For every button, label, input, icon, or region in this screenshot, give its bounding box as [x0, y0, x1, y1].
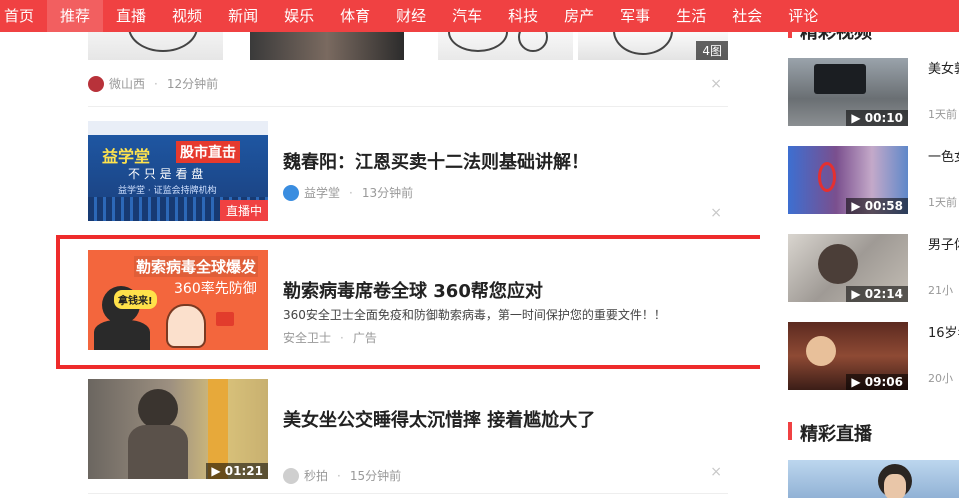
publish-time: 13分钟前	[361, 186, 414, 200]
video-duration: ▶ 01:21	[206, 463, 268, 479]
duration-text: 02:14	[864, 287, 903, 301]
dismiss-icon[interactable]: ×	[710, 76, 722, 92]
video-time: 1天前	[928, 108, 957, 121]
video-title[interactable]: 男子体 遭	[928, 236, 959, 256]
nav-item-recommend[interactable]: 推荐	[47, 0, 104, 32]
video-duration: ▶ 00:10	[846, 110, 908, 126]
top-nav: 首页 推荐 直播 视频 新闻 娱乐 体育 财经 汽车 科技 房产 军事 生活 社…	[0, 0, 959, 32]
nav-item-life[interactable]: 生活	[663, 0, 719, 32]
video-title[interactable]: 一色女性	[928, 148, 959, 168]
gallery-meta: 微山西 · 12分钟前	[88, 75, 218, 92]
publish-time: 12分钟前	[166, 77, 219, 91]
video-duration: ▶ 00:58	[846, 198, 908, 214]
video-thumbnail[interactable]: ▶ 02:14	[788, 234, 908, 302]
face-shape	[806, 336, 836, 366]
gallery-image[interactable]	[438, 32, 573, 60]
divider	[88, 493, 728, 494]
news-item[interactable]: 益学堂 股市直击 不 只 是 看 盘 益学堂 · 证监会持牌机构 直播中 魏春阳…	[88, 121, 728, 221]
video-section-title: 精彩视频	[788, 32, 872, 44]
source-name[interactable]: 益学堂	[304, 184, 340, 201]
ad-highlight-box	[56, 235, 760, 369]
video-thumbnail[interactable]: ▶ 00:10	[788, 58, 908, 126]
item-title[interactable]: 美女坐公交睡得太沉惜摔 接着尴尬大了	[283, 406, 595, 432]
person-figure	[818, 244, 858, 284]
video-thumbnail[interactable]: ▶ 09:06	[788, 322, 908, 390]
source-avatar	[88, 75, 104, 92]
source-avatar	[283, 184, 299, 201]
highlight-circle	[818, 162, 836, 192]
person-figure	[138, 389, 178, 429]
gallery-image[interactable]	[250, 32, 404, 60]
nav-item-sports[interactable]: 体育	[327, 0, 383, 32]
nav-item-entertainment[interactable]: 娱乐	[271, 0, 327, 32]
nav-item-home[interactable]: 首页	[0, 0, 47, 32]
duration-text: 01:21	[224, 464, 263, 478]
video-duration: ▶ 09:06	[846, 374, 908, 390]
video-duration: ▶ 02:14	[846, 286, 908, 302]
thumb-banner: 股市直击	[176, 141, 240, 163]
person-body	[128, 425, 188, 479]
video-title[interactable]: 美女敦翻	[928, 60, 959, 80]
item-thumbnail[interactable]: ▶ 01:21	[88, 379, 268, 479]
gallery-image[interactable]	[88, 32, 223, 60]
car-shape	[814, 64, 866, 94]
video-title[interactable]: 16岁年,终	[928, 324, 959, 344]
item-meta: 秒拍 · 15分钟前	[283, 467, 401, 484]
person-face	[884, 474, 906, 498]
nav-item-auto[interactable]: 汽车	[439, 0, 495, 32]
separator: ·	[337, 468, 341, 483]
video-time: 20小	[928, 372, 953, 385]
video-thumbnail[interactable]: ▶ 00:58	[788, 146, 908, 214]
thumb-slogan: 不 只 是 看 盘	[128, 167, 204, 181]
item-meta: 益学堂 · 13分钟前	[283, 184, 413, 201]
nav-item-tech[interactable]: 科技	[495, 0, 551, 32]
image-count-badge: 4图	[696, 41, 728, 60]
gallery-image[interactable]: 4图	[578, 32, 728, 60]
publish-time: 15分钟前	[349, 469, 402, 483]
gallery-images[interactable]: 4图	[88, 32, 728, 60]
nav-item-finance[interactable]: 财经	[383, 0, 439, 32]
live-section-title: 精彩直播	[788, 420, 872, 446]
item-title[interactable]: 魏春阳：江恩买卖十二法则基础讲解！	[283, 148, 589, 174]
divider	[88, 106, 728, 107]
duration-text: 00:58	[864, 199, 903, 213]
nav-item-military[interactable]: 军事	[607, 0, 663, 32]
duration-text: 09:06	[864, 375, 903, 389]
video-time: 21小	[928, 284, 953, 297]
nav-item-realestate[interactable]: 房产	[551, 0, 607, 32]
dismiss-icon[interactable]: ×	[710, 205, 722, 221]
separator: ·	[349, 185, 353, 200]
sidebar: 精彩视频 ▶ 00:10 美女敦翻 1天前 ▶ 00:58 一色女性 1天前 ▶…	[788, 32, 959, 498]
sidebar-video-item[interactable]: ▶ 00:58 一色女性 1天前	[788, 146, 959, 214]
live-badge: 直播中	[219, 200, 268, 221]
nav-item-news[interactable]: 新闻	[215, 0, 271, 32]
thumb-subtitle: 益学堂 · 证监会持牌机构	[118, 186, 217, 196]
sidebar-video-item[interactable]: ▶ 09:06 16岁年,终 20小	[788, 322, 959, 390]
item-thumbnail[interactable]: 益学堂 股市直击 不 只 是 看 盘 益学堂 · 证监会持牌机构 直播中	[88, 121, 268, 221]
video-time: 1天前	[928, 196, 957, 209]
nav-item-video[interactable]: 视频	[159, 0, 215, 32]
live-thumbnail[interactable]	[788, 460, 959, 498]
thumb-header	[88, 121, 268, 135]
nav-item-society[interactable]: 社会	[719, 0, 775, 32]
sidebar-video-item[interactable]: ▶ 02:14 男子体 遭 21小	[788, 234, 959, 302]
source-name[interactable]: 秒拍	[304, 467, 328, 484]
news-feed: 4图 微山西 · 12分钟前 × 益学堂 股市直击 不 只 是 看 盘 益学堂 …	[0, 32, 760, 498]
source-avatar	[283, 467, 299, 484]
separator: ·	[154, 76, 158, 91]
duration-text: 00:10	[864, 111, 903, 125]
nav-item-commentary[interactable]: 评论	[775, 0, 831, 32]
news-item[interactable]: ▶ 01:21 美女坐公交睡得太沉惜摔 接着尴尬大了 秒拍 · 15分钟前	[88, 379, 728, 484]
source-name[interactable]: 微山西	[109, 75, 145, 92]
nav-item-live[interactable]: 直播	[103, 0, 159, 32]
dismiss-icon[interactable]: ×	[710, 464, 722, 480]
sidebar-video-item[interactable]: ▶ 00:10 美女敦翻 1天前	[788, 58, 959, 126]
thumb-brand: 益学堂	[102, 147, 151, 166]
